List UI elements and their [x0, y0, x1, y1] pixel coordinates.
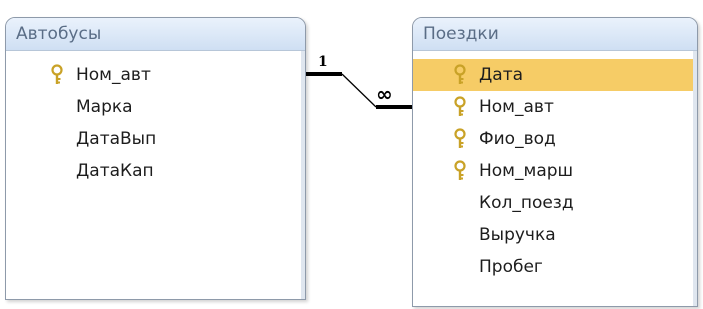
- many-label: ∞: [376, 82, 393, 106]
- join-line: [341, 73, 377, 108]
- relationship-line[interactable]: 1 ∞: [0, 0, 703, 309]
- one-label: 1: [318, 54, 328, 70]
